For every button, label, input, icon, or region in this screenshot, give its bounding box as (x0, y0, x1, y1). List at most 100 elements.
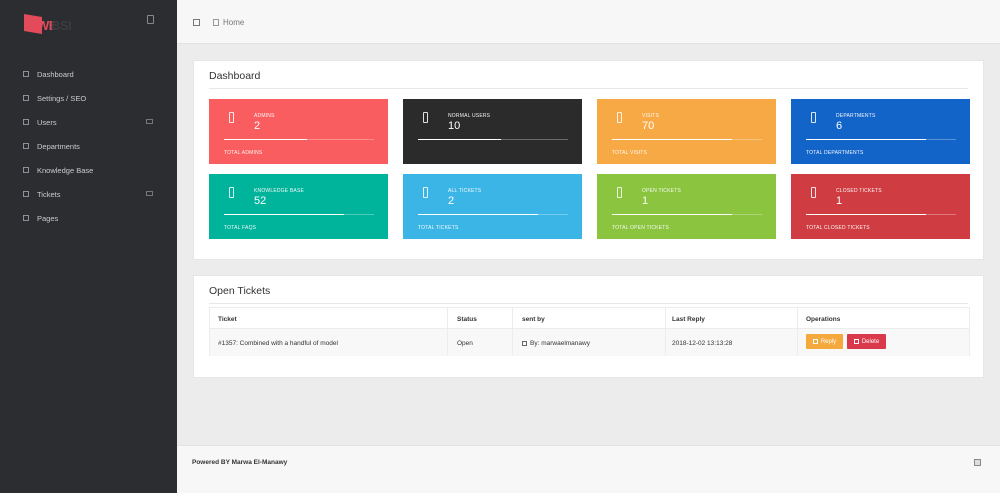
stat-card-progress (612, 139, 762, 140)
stat-card-value: 6 (836, 120, 843, 132)
stat-card-progress (806, 214, 956, 215)
sidebar-item-settings[interactable]: Settings / SEO (0, 86, 177, 110)
stat-card-departments[interactable]: DEPARTMENTS 6 TOTAL DEPARTMENTS (791, 99, 970, 164)
stat-card-progress-fill (612, 214, 732, 215)
expand-icon[interactable] (146, 191, 153, 196)
ticket-cell[interactable]: #1357: Combined with a handful of model (218, 340, 338, 347)
stat-card-footer: TOTAL DEPARTMENTS (806, 150, 864, 156)
column-divider (797, 308, 798, 355)
sidebar-item-label: Users (37, 117, 57, 127)
reply-button-label: Reply (820, 338, 837, 345)
sidebar-item-label: Dashboard (37, 69, 74, 79)
scroll-top-icon[interactable] (974, 459, 981, 466)
ticket-icon (23, 191, 29, 197)
top-bar: Home (177, 0, 1000, 44)
tickets-table: Ticket Status sent by Last Reply Operati… (209, 307, 970, 356)
stat-card-title: DEPARTMENTS (836, 113, 876, 119)
last-reply-cell: 2018-12-02 13:13:28 (672, 340, 733, 347)
stat-card-footer: TOTAL FAQS (224, 225, 257, 231)
user-icon (522, 340, 527, 346)
stat-card-title: ALL TICKETS (448, 188, 482, 194)
sidebar-item-label: Settings / SEO (37, 93, 87, 103)
gear-icon (23, 95, 29, 101)
reply-icon (812, 339, 818, 344)
section-title: Open Tickets (209, 285, 271, 297)
stat-card-progress-fill (806, 139, 926, 140)
sidebar-toggle-icon[interactable] (147, 15, 154, 24)
sidebar-item-dashboard[interactable]: Dashboard (0, 62, 177, 86)
stat-card-title: VISITS (642, 113, 660, 119)
stat-card-progress-fill (224, 139, 307, 140)
sidebar: WE BSI Dashboard Settings / SEO Users De… (0, 0, 177, 493)
stat-card-title: OPEN TICKETS (642, 188, 681, 194)
dashboard-icon (23, 71, 29, 77)
mobile-icon (229, 187, 234, 198)
sent-by-cell: By: marwaelmanawy (522, 340, 590, 347)
divider (209, 303, 968, 304)
stat-card-all-tickets[interactable]: ALL TICKETS 2 TOTAL TICKETS (403, 174, 582, 239)
stat-card-progress-fill (612, 139, 732, 140)
mobile-icon (229, 112, 234, 123)
sidebar-item-label: Tickets (37, 189, 61, 199)
stat-card-progress-fill (224, 214, 344, 215)
footer: Powered BY Marwa El-Manawy (177, 445, 1000, 493)
column-header-sent-by[interactable]: sent by (522, 316, 545, 323)
sidebar-item-departments[interactable]: Departments (0, 134, 177, 158)
stat-card-progress (224, 214, 374, 215)
reply-button[interactable]: Reply (806, 334, 843, 349)
breadcrumb[interactable]: Home (223, 18, 244, 27)
stat-card-footer: TOTAL VISITS (612, 150, 648, 156)
column-divider (665, 308, 666, 355)
column-header-operations: Operations (806, 316, 841, 323)
sidebar-nav: Dashboard Settings / SEO Users Departmen… (0, 62, 177, 230)
stat-card-visits[interactable]: VISITS 70 TOTAL VISITS (597, 99, 776, 164)
sidebar-item-pages[interactable]: Pages (0, 206, 177, 230)
delete-button-label: Delete (861, 338, 880, 345)
mobile-icon (617, 112, 622, 123)
sent-by-text: By: marwaelmanawy (530, 340, 590, 347)
stat-card-progress-fill (418, 139, 501, 140)
menu-icon[interactable] (193, 19, 200, 26)
stat-card-progress-fill (806, 214, 926, 215)
stat-card-footer: TOTAL ADMINS (224, 150, 263, 156)
column-header-status[interactable]: Status (457, 316, 477, 323)
delete-button[interactable]: Delete (847, 334, 886, 349)
stat-card-knowledge-base[interactable]: KNOWLEDGE BASE 52 TOTAL FAQS (209, 174, 388, 239)
sidebar-item-users[interactable]: Users (0, 110, 177, 134)
stat-card-progress (612, 214, 762, 215)
sidebar-item-label: Knowledge Base (37, 165, 94, 175)
stat-card-value: 10 (448, 120, 461, 132)
expand-icon[interactable] (146, 119, 153, 124)
mobile-icon (423, 112, 428, 123)
trash-icon (853, 339, 859, 344)
stat-card-progress (418, 214, 568, 215)
open-tickets-panel: Open Tickets Ticket Status sent by Last … (193, 275, 984, 378)
mobile-icon (811, 112, 816, 123)
stat-card-progress (418, 139, 568, 140)
stat-card-value: 2 (448, 195, 455, 207)
stat-card-title: CLOSED TICKETS (836, 188, 882, 194)
stat-card-normal-users[interactable]: NORMAL USERS 10 (403, 99, 582, 164)
stat-card-footer: TOTAL CLOSED TICKETS (806, 225, 870, 231)
footer-credit: Powered BY Marwa El-Manawy (192, 459, 288, 466)
stat-card-open-tickets[interactable]: OPEN TICKETS 1 TOTAL OPEN TICKETS (597, 174, 776, 239)
stat-card-admins[interactable]: ADMINS 2 TOTAL ADMINS (209, 99, 388, 164)
stat-card-value: 52 (254, 195, 267, 207)
stat-card-value: 70 (642, 120, 655, 132)
stat-card-progress (224, 139, 374, 140)
column-header-ticket[interactable]: Ticket (218, 316, 237, 323)
sidebar-item-tickets[interactable]: Tickets (0, 182, 177, 206)
page-icon (23, 215, 29, 221)
stat-card-title: KNOWLEDGE BASE (254, 188, 305, 194)
sidebar-item-knowledge-base[interactable]: Knowledge Base (0, 158, 177, 182)
stat-card-closed-tickets[interactable]: CLOSED TICKETS 1 TOTAL CLOSED TICKETS (791, 174, 970, 239)
mobile-icon (423, 187, 428, 198)
stat-card-value: 2 (254, 120, 261, 132)
stat-card-progress (806, 139, 956, 140)
column-header-last-reply[interactable]: Last Reply (672, 316, 705, 323)
stat-card-title: NORMAL USERS (448, 113, 491, 119)
logo[interactable]: WE BSI (24, 14, 84, 36)
mobile-icon (617, 187, 622, 198)
stat-card-footer: TOTAL OPEN TICKETS (612, 225, 670, 231)
sidebar-item-label: Departments (37, 141, 80, 151)
